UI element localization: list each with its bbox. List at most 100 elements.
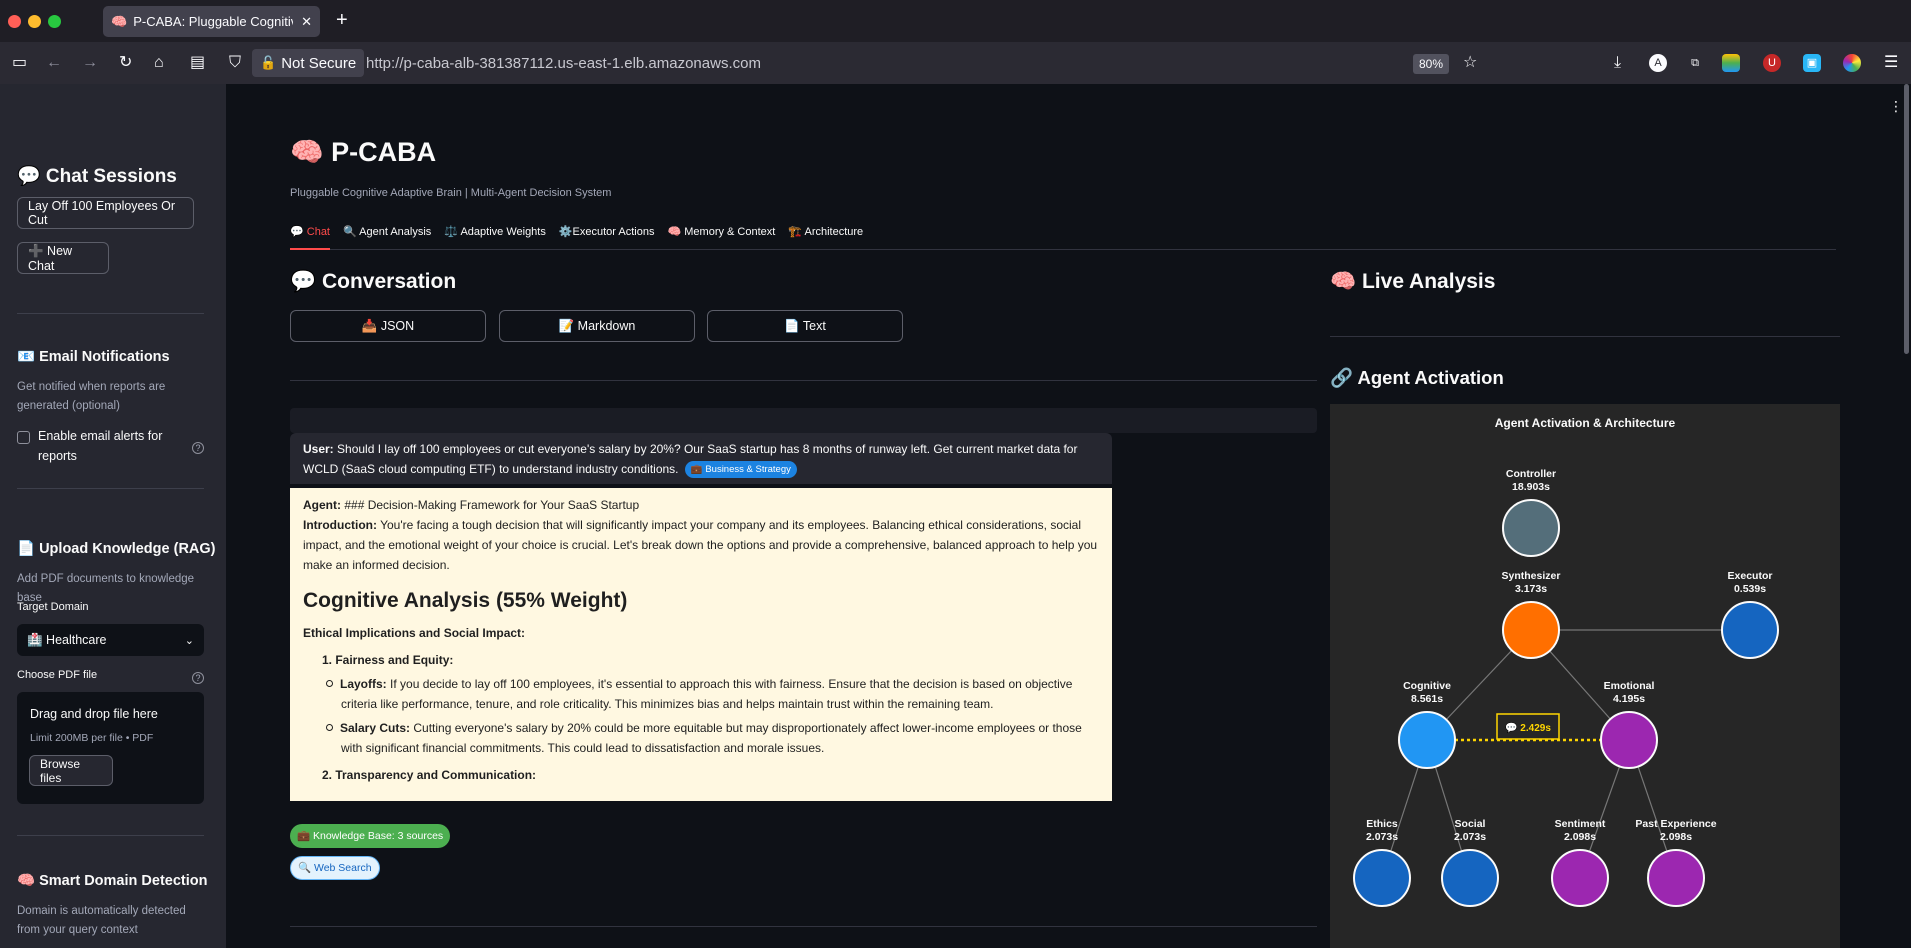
node-time: 18.903s — [1512, 481, 1550, 493]
reload-icon[interactable]: ↻ — [119, 53, 132, 73]
graph-title: Agent Activation & Architecture — [1495, 416, 1676, 430]
node-name: Controller — [1506, 468, 1556, 480]
browse-files-button[interactable]: Browse files — [29, 755, 113, 786]
agent-activation-graph: Agent Activation & Architecture 💬 2.429s C… — [1330, 404, 1840, 948]
color-picker-icon[interactable] — [1843, 54, 1861, 72]
back-icon[interactable]: ← — [46, 53, 62, 73]
tab-agent-analysis[interactable]: 🔍 Agent Analysis — [343, 222, 431, 250]
close-window-button[interactable] — [8, 15, 21, 28]
dropzone-title: Drag and drop file here — [30, 707, 158, 721]
chevron-down-icon: ⌄ — [184, 634, 194, 647]
email-alerts-checkbox[interactable] — [17, 431, 30, 444]
node-controller — [1502, 499, 1560, 557]
salary-text: Cutting everyone's salary by 20% could b… — [341, 721, 1082, 755]
target-domain-select[interactable]: 🏥 Healthcare ⌄ — [17, 624, 204, 656]
conversation-heading: 💬 Conversation — [290, 270, 457, 293]
browser-tab[interactable]: 🧠 P-CABA: Pluggable Cognitive Adaptive B… — [103, 6, 320, 37]
node-name: Sentiment — [1555, 818, 1606, 830]
save-extension-icon[interactable]: ▣ — [1803, 54, 1821, 72]
new-tab-button[interactable]: + — [336, 10, 348, 30]
cognitive-heading: Cognitive Analysis (55% Weight) — [303, 589, 628, 612]
help-icon[interactable]: ? — [192, 442, 204, 454]
selected-domain: 🏥 Healthcare — [27, 632, 107, 647]
node-time: 0.539s — [1734, 583, 1766, 595]
folder-icon[interactable]: ▤ — [190, 53, 205, 73]
node-name: Ethics — [1366, 818, 1398, 830]
export-markdown-button[interactable]: 📝 Markdown — [499, 310, 695, 342]
zoom-window-button[interactable] — [48, 15, 61, 28]
home-icon[interactable]: ⌂ — [154, 53, 164, 73]
divider — [290, 926, 1317, 927]
node-name: Emotional — [1604, 680, 1655, 692]
node-time: 2.073s — [1366, 831, 1398, 843]
node-sent — [1551, 849, 1609, 907]
node-name: Executor — [1728, 570, 1773, 582]
user-message: User: Should I lay off 100 employees or … — [290, 433, 1112, 484]
zoom-level[interactable]: 80% — [1413, 54, 1450, 74]
tab-chat[interactable]: 💬 Chat — [290, 222, 330, 250]
tab-adaptive-weights[interactable]: ⚖️ Adaptive Weights — [444, 222, 546, 250]
minimize-window-button[interactable] — [28, 15, 41, 28]
extension-stack-icon[interactable] — [1722, 54, 1740, 72]
divider — [17, 313, 204, 314]
browser-tab-bar: 🧠 P-CABA: Pluggable Cognitive Adaptive B… — [0, 0, 1911, 42]
web-search-badge: 🔍 Web Search — [290, 856, 380, 880]
export-json-button[interactable]: 📥 JSON — [290, 310, 486, 342]
node-social — [1441, 849, 1499, 907]
ethical-heading: Ethical Implications and Social Impact: — [303, 626, 526, 640]
bookmark-star-icon[interactable]: ☆ — [1463, 53, 1477, 73]
layoffs-text: If you decide to lay off 100 employees, … — [341, 677, 1073, 711]
extensions-icon[interactable]: ⧉ — [1686, 54, 1704, 72]
node-name: Synthesizer — [1502, 570, 1561, 582]
file-dropzone[interactable]: Drag and drop file here Limit 200MB per … — [17, 692, 204, 804]
list-item-transparency: 2. Transparency and Communication: — [322, 768, 537, 782]
intro-label: Introduction: — [303, 518, 377, 532]
chat-sessions-heading: 💬 Chat Sessions — [17, 166, 177, 187]
node-cog — [1398, 711, 1456, 769]
smart-domain-description: Domain is automatically detected from yo… — [17, 905, 186, 936]
security-indicator[interactable]: 🔓 Not Secure — [252, 49, 365, 77]
browser-nav-bar: ▭ ← → ↻ ⌂ ▤ ⛉ 🔓 Not Secure http://p-caba… — [0, 42, 1911, 84]
new-chat-button[interactable]: ➕ New Chat — [17, 242, 109, 274]
ublock-icon[interactable]: U — [1763, 54, 1781, 72]
url-field[interactable]: http://p-caba-alb-381387112.us-east-1.el… — [366, 55, 761, 72]
forward-icon[interactable]: → — [82, 53, 98, 73]
session-item[interactable]: Lay Off 100 Employees Or Cut — [17, 197, 194, 229]
page-scrollbar[interactable] — [1904, 84, 1909, 354]
dropzone-limit: Limit 200MB per file • PDF — [30, 732, 154, 744]
shield-icon[interactable]: ⛉ — [229, 53, 241, 73]
list-item-fairness: 1. Fairness and Equity: — [322, 653, 454, 667]
node-exec — [1721, 601, 1779, 659]
tab-bar: 💬 Chat 🔍 Agent Analysis ⚖️ Adaptive Weig… — [290, 222, 1836, 250]
tab-memory-context[interactable]: 🧠 Memory & Context — [668, 222, 776, 250]
node-synth — [1502, 601, 1560, 659]
collapsed-bar — [290, 408, 1317, 433]
account-icon[interactable]: A — [1649, 54, 1667, 72]
downloads-icon[interactable]: ⤓ — [1614, 53, 1621, 73]
sidebar-toggle-icon[interactable]: ▭ — [12, 53, 27, 73]
node-name: Cognitive — [1403, 680, 1451, 692]
divider — [290, 380, 1317, 381]
agent-message: Agent: ### Decision-Making Framework for… — [290, 488, 1112, 801]
dialog-edge-label: 💬 2.429s — [1505, 721, 1551, 734]
main-content: ⋮ 🧠 P-CABA Pluggable Cognitive Adaptive … — [226, 84, 1911, 948]
tab-architecture[interactable]: 🏗️ Architecture — [788, 222, 863, 250]
node-time: 2.073s — [1454, 831, 1486, 843]
node-time: 8.561s — [1411, 693, 1443, 705]
email-alerts-label[interactable]: Enable email alerts for reports — [38, 426, 168, 466]
domain-tag: 💼 Business & Strategy — [684, 461, 797, 478]
divider — [1330, 336, 1840, 337]
target-domain-label: Target Domain — [17, 601, 89, 613]
help-icon[interactable]: ? — [192, 672, 204, 684]
more-options-icon[interactable]: ⋮ — [1889, 98, 1903, 115]
agent-graph-svg: Agent Activation & Architecture 💬 2.429s C… — [1353, 416, 1779, 907]
unlocked-icon: 🔓 — [260, 55, 277, 70]
live-analysis-heading: 🧠 Live Analysis — [1330, 270, 1496, 293]
node-time: 4.195s — [1613, 693, 1645, 705]
agent-label: Agent: — [303, 498, 341, 512]
close-tab-icon[interactable]: ✕ — [301, 14, 312, 30]
tab-executor-actions[interactable]: ⚙️Executor Actions — [559, 222, 655, 250]
menu-icon[interactable]: ☰ — [1884, 53, 1898, 73]
bullet-icon — [326, 724, 333, 731]
export-text-button[interactable]: 📄 Text — [707, 310, 903, 342]
